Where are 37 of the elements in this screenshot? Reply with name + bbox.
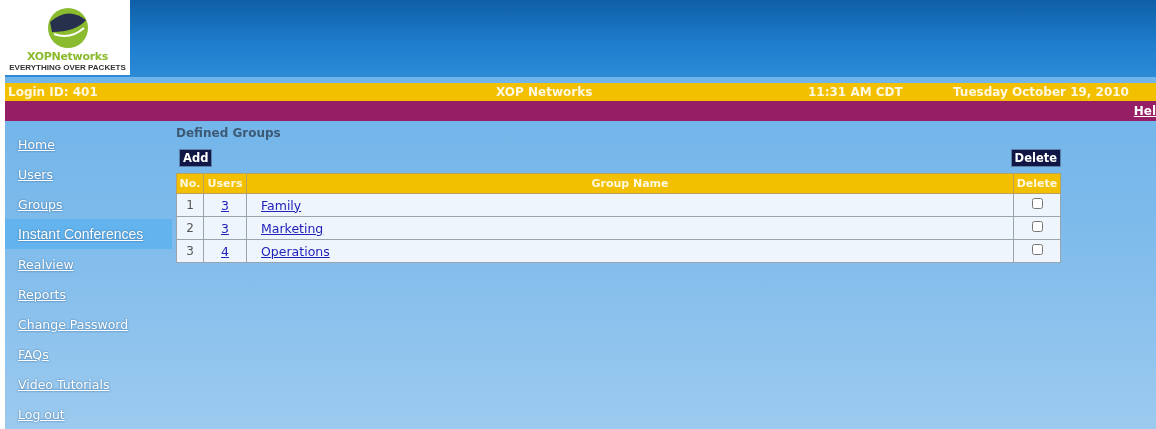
delete-button[interactable]: Delete [1010, 149, 1061, 167]
users-count-link[interactable]: 3 [221, 220, 229, 236]
delete-checkbox[interactable] [1031, 221, 1043, 232]
logo-tagline: EVERYTHING OVER PACKETS [9, 63, 126, 72]
current-date: Tuesday October 19, 2010 [953, 84, 1129, 99]
sidebar-link[interactable]: Log out [5, 399, 172, 429]
add-button[interactable]: Add [179, 149, 213, 167]
sidebar-link[interactable]: Realview [5, 249, 172, 279]
sidebar-link[interactable]: Users [5, 159, 172, 189]
section-title: Defined Groups [176, 126, 282, 142]
globe-logo-icon [45, 6, 90, 50]
table-cell: 2 [176, 216, 204, 240]
group-name-link[interactable]: Family [261, 197, 302, 213]
group-name-link[interactable]: Marketing [261, 220, 324, 236]
login-id: Login ID: 401 [8, 84, 99, 99]
users-count-link[interactable]: 3 [221, 197, 229, 213]
sidebar-link[interactable]: FAQs [5, 339, 172, 369]
users-count-link[interactable]: 4 [221, 243, 229, 259]
logo-name: XOPNetworks [26, 50, 109, 63]
current-time: 11:31 AM CDT [808, 84, 904, 99]
sidebar-link[interactable]: Change Password [5, 309, 172, 339]
sidebar-link[interactable]: Reports [5, 279, 172, 309]
sidebar-link[interactable]: Video Tutorials [5, 369, 172, 399]
column-header: Group Name [246, 173, 1014, 194]
delete-checkbox[interactable] [1031, 198, 1043, 209]
sidebar-link[interactable]: Home [5, 129, 172, 159]
table-cell: 1 [176, 193, 204, 217]
column-header: Delete [1013, 173, 1061, 194]
column-header: Users [203, 173, 247, 194]
sidebar-link[interactable]: Instant Conferences [5, 219, 172, 249]
column-header: No. [176, 173, 204, 194]
delete-checkbox[interactable] [1031, 244, 1043, 255]
table-cell: 3 [176, 239, 204, 263]
help-link[interactable]: Hel [1133, 103, 1156, 118]
company-name: XOP Networks [496, 84, 594, 99]
group-name-link[interactable]: Operations [261, 243, 330, 259]
sidebar-link[interactable]: Groups [5, 189, 172, 219]
